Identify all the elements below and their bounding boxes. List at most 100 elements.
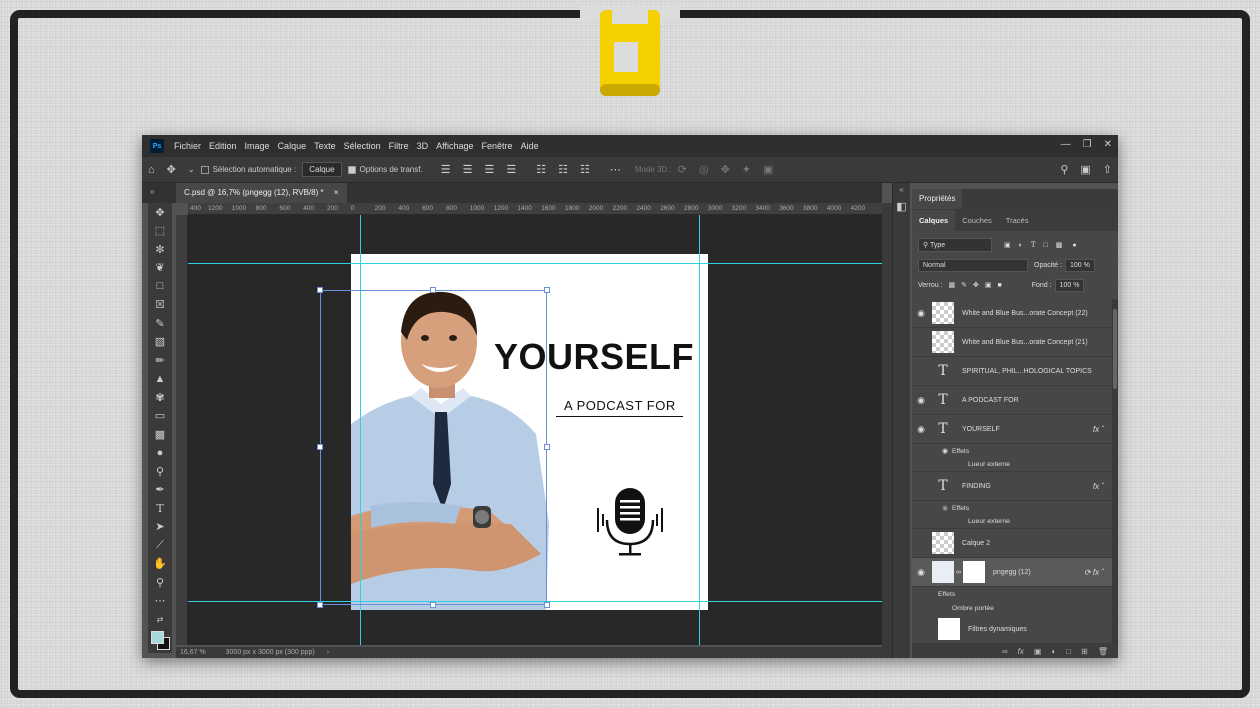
guide-horizontal-top[interactable] xyxy=(188,263,882,264)
lasso-icon[interactable]: ✼ xyxy=(148,240,172,259)
visibility-eye-icon[interactable]: ◉ xyxy=(914,538,928,549)
new-layer-icon[interactable]: ⊞ xyxy=(1081,647,1088,656)
menu-texte[interactable]: Texte xyxy=(310,141,340,151)
brush-icon[interactable]: ✏ xyxy=(148,351,172,370)
collapse-panels-icon[interactable]: « xyxy=(893,185,910,194)
quick-select-icon[interactable]: ❦ xyxy=(148,259,172,278)
color-swatches[interactable] xyxy=(148,629,172,655)
tab-couches[interactable]: Couches xyxy=(955,210,999,231)
fx-icon[interactable]: fx ˆ xyxy=(1093,425,1104,434)
transform-handle[interactable] xyxy=(430,287,436,293)
minimize-icon[interactable]: — xyxy=(1061,139,1071,150)
align-top-icon[interactable]: ☰ xyxy=(506,163,516,176)
visibility-eye-icon[interactable]: ◉ xyxy=(914,424,928,435)
layer-row[interactable]: ◉ Calque 2 xyxy=(912,529,1112,558)
tab-traces[interactable]: Tracés xyxy=(999,210,1036,231)
line-icon[interactable]: ⟋ xyxy=(148,536,172,555)
workspace-icon[interactable]: ▣ xyxy=(1080,163,1090,176)
menu-selection[interactable]: Sélection xyxy=(340,141,385,151)
effects-row[interactable]: Effets xyxy=(912,587,1112,601)
properties-tab[interactable]: Propriétés xyxy=(912,189,963,209)
document-tab[interactable]: C.psd @ 16,7% (pngegg (12), RVB/8) * × xyxy=(176,183,347,203)
effect-row[interactable]: Lueur externe xyxy=(912,458,1112,472)
visibility-eye-icon[interactable]: ◉ xyxy=(914,395,928,406)
effects-row[interactable]: ◉ Effets xyxy=(912,444,1112,458)
camera-3d-icon[interactable]: ▣ xyxy=(763,163,773,176)
search-icon[interactable]: ⚲ xyxy=(1060,163,1068,176)
eraser-icon[interactable]: ▭ xyxy=(148,407,172,426)
gradient-icon[interactable]: ▩ xyxy=(148,425,172,444)
properties-dock-icon[interactable]: ◧ xyxy=(893,200,910,213)
visibility-eye-icon[interactable]: ◉ xyxy=(914,337,928,348)
healing-icon[interactable]: ▧ xyxy=(148,333,172,352)
filter-shape-icon[interactable]: □ xyxy=(1044,242,1048,249)
layer-row-selected[interactable]: ◉ ∞ pngegg (12) ⟳ fx ˆ xyxy=(912,558,1112,587)
pan-3d-icon[interactable]: ✥ xyxy=(721,163,730,176)
filter-adjust-icon[interactable]: ◐ xyxy=(1019,242,1023,249)
adjustment-layer-icon[interactable]: ◐ xyxy=(1051,647,1056,656)
smart-filter-mask-thumbnail[interactable] xyxy=(938,618,960,640)
more-tools-icon[interactable]: ⋯ xyxy=(148,592,172,611)
fx-icon[interactable]: ⟳ fx ˆ xyxy=(1084,568,1104,577)
crop-icon[interactable]: □ xyxy=(148,277,172,296)
menu-calque[interactable]: Calque xyxy=(274,141,311,151)
layer-row[interactable]: ◉ T FINDING fx ˆ xyxy=(912,472,1112,501)
zoom-readout[interactable]: 16,67 % xyxy=(180,649,206,656)
lock-position-icon[interactable]: ✥ xyxy=(973,281,979,289)
transform-bounding-box[interactable] xyxy=(317,287,550,608)
guide-vertical-right[interactable] xyxy=(699,215,700,645)
layer-row[interactable]: ◉ T SPIRITUAL, PHIL...HOLOGICAL TOPICS xyxy=(912,357,1112,386)
menu-edition[interactable]: Edition xyxy=(205,141,241,151)
transform-handle[interactable] xyxy=(317,287,323,293)
effect-eye-icon[interactable]: ◉ xyxy=(942,504,948,512)
delete-layer-icon[interactable]: 🗑 xyxy=(1098,647,1108,656)
new-group-icon[interactable]: □ xyxy=(1066,647,1071,656)
close-icon[interactable]: ✕ xyxy=(1104,139,1112,150)
history-brush-icon[interactable]: ✾ xyxy=(148,388,172,407)
transform-handle[interactable] xyxy=(544,602,550,608)
transform-handle[interactable] xyxy=(317,602,323,608)
transform-handle[interactable] xyxy=(544,287,550,293)
layer-filter-dropdown[interactable]: ⚲ Type xyxy=(918,238,992,252)
align-left-icon[interactable]: ☰ xyxy=(441,163,451,176)
stamp-icon[interactable]: ▲ xyxy=(148,370,172,389)
tab-calques[interactable]: Calques xyxy=(912,210,956,231)
link-layers-icon[interactable]: ∞ xyxy=(1002,647,1008,656)
zoom-icon[interactable]: ⚲ xyxy=(148,573,172,592)
layer-row[interactable]: ◉ T YOURSELF fx ˆ xyxy=(912,415,1112,444)
transform-handle[interactable] xyxy=(430,602,436,608)
share-icon[interactable]: ⇧ xyxy=(1103,163,1112,176)
visibility-eye-icon[interactable]: ◉ xyxy=(914,366,928,377)
opacity-input[interactable]: 100 % xyxy=(1065,258,1095,272)
more-options-icon[interactable]: ⋯ xyxy=(610,163,621,176)
frame-icon[interactable]: ☒ xyxy=(148,296,172,315)
effect-eye-icon[interactable]: ◉ xyxy=(942,447,948,455)
layer-row[interactable]: ◉ White and Blue Bus...orate Concept (21… xyxy=(912,328,1112,357)
layers-scrollbar[interactable] xyxy=(1112,299,1118,644)
type-icon[interactable]: T xyxy=(148,499,172,518)
pen-icon[interactable]: ✒ xyxy=(148,481,172,500)
distribute-h-icon[interactable]: ☷ xyxy=(580,163,590,176)
blend-mode-dropdown[interactable]: Normal xyxy=(918,258,1028,272)
color-swap-icon[interactable]: ⇄ xyxy=(148,610,172,629)
lock-transparent-icon[interactable]: ▦ xyxy=(949,281,956,289)
auto-select-checkbox[interactable] xyxy=(200,165,209,174)
transform-checkbox[interactable] xyxy=(347,165,356,174)
chevron-down-icon[interactable]: ⌄ xyxy=(188,165,195,174)
marquee-icon[interactable]: ⬚ xyxy=(148,222,172,241)
layer-mask-thumbnail[interactable] xyxy=(963,561,985,583)
canvas-area[interactable]: YOURSELF A PODCAST FOR xyxy=(188,215,882,645)
roll-3d-icon[interactable]: ◎ xyxy=(699,163,709,176)
align-right-icon[interactable]: ☰ xyxy=(484,163,494,176)
effect-row[interactable]: Lueur externe xyxy=(912,515,1112,529)
menu-3d[interactable]: 3D xyxy=(413,141,433,151)
tab-close-icon[interactable]: × xyxy=(334,188,339,197)
layer-row[interactable]: ◉ T A PODCAST FOR xyxy=(912,386,1112,415)
add-style-icon[interactable]: fx xyxy=(1018,647,1024,656)
align-center-icon[interactable]: ☰ xyxy=(463,163,473,176)
visibility-eye-icon[interactable]: ◉ xyxy=(914,567,928,578)
visibility-eye-icon[interactable]: ◉ xyxy=(914,308,928,319)
move-icon[interactable]: ✥ xyxy=(148,203,172,222)
layer-row[interactable]: ◉ White and Blue Bus...orate Concept (22… xyxy=(912,299,1112,328)
path-select-icon[interactable]: ➤ xyxy=(148,518,172,537)
